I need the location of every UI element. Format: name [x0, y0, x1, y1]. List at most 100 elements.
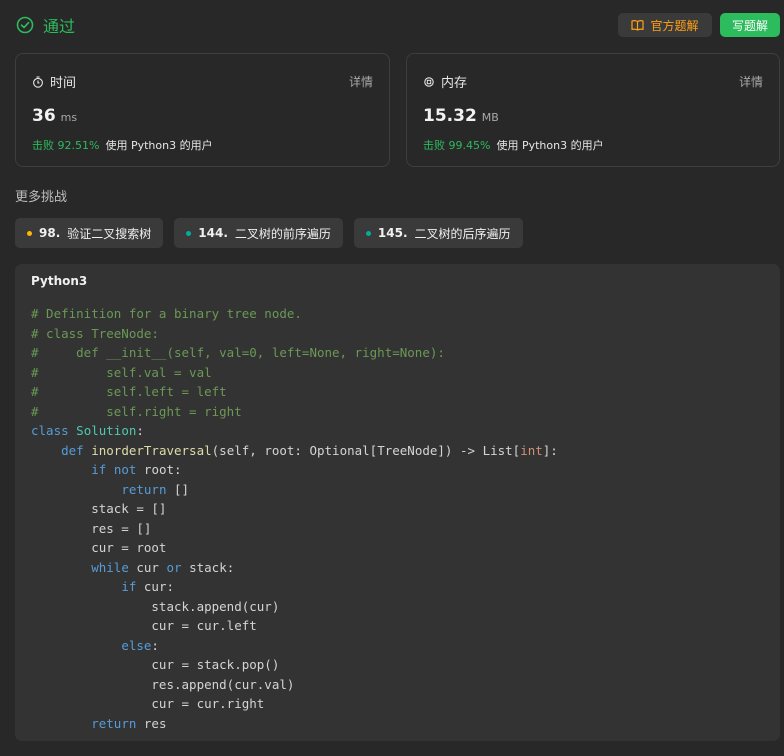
- runtime-value: 36 ms: [32, 106, 77, 126]
- code-token: []: [166, 481, 190, 497]
- code-token: else: [121, 637, 152, 653]
- memory-beat-percent: 击败 99.45%: [423, 139, 491, 152]
- code-token: res.append(cur.val): [31, 676, 295, 692]
- code-line: # self.right = right: [31, 402, 558, 422]
- challenge-chip[interactable]: 98. 验证二叉搜索树: [15, 218, 164, 248]
- book-icon: [631, 20, 645, 31]
- code-line: cur = cur.right: [31, 694, 558, 714]
- code-line: def inorderTraversal(self, root: Optiona…: [31, 441, 558, 461]
- code-token: res = []: [31, 520, 152, 536]
- runtime-detail-link[interactable]: 详情: [349, 73, 373, 90]
- code-token: # self.left = left: [31, 384, 227, 399]
- code-token: ]:: [542, 442, 558, 458]
- difficulty-dot-icon: [27, 230, 32, 236]
- code-content: # Definition for a binary tree node. # cl…: [31, 304, 558, 733]
- code-token: # class TreeNode:: [31, 325, 159, 341]
- code-token: Solution: [76, 423, 137, 438]
- code-language: Python3: [31, 274, 88, 288]
- runtime-unit: ms: [60, 111, 78, 124]
- code-token: cur = cur.right: [31, 696, 265, 711]
- memory-unit: MB: [481, 111, 499, 124]
- runtime-title: 时间: [50, 76, 77, 91]
- memory-value: 15.32 MB: [423, 106, 499, 126]
- code-line: return []: [31, 480, 558, 500]
- code-token: stack = []: [31, 501, 167, 516]
- runtime-card: 时间 详情 36 ms 击败 92.51% 使用 Python3 的用户: [15, 53, 390, 167]
- code-token: while: [91, 559, 129, 575]
- code-token: stack.append(cur): [31, 598, 280, 614]
- official-solution-button[interactable]: 官方题解: [618, 13, 712, 37]
- code-token: or: [166, 559, 182, 575]
- challenge-title: 二叉树的后序遍历: [414, 226, 511, 241]
- runtime-card-header: 时间: [32, 72, 76, 91]
- code-token: (self, root: Optional[TreeNode]) -> List…: [211, 442, 521, 458]
- memory-card-header: 内存: [423, 72, 467, 91]
- code-line: # def __init__(self, val=0, left=None, r…: [31, 343, 558, 363]
- official-solution-label: 官方题解: [650, 18, 699, 33]
- code-line: cur = cur.left: [31, 616, 558, 636]
- code-line: stack.append(cur): [31, 597, 558, 617]
- code-line: if cur:: [31, 577, 558, 597]
- code-token: cur = stack.pop(): [31, 657, 280, 672]
- memory-beat-desc: 使用 Python3 的用户: [496, 139, 604, 152]
- difficulty-dot-icon: [186, 230, 192, 236]
- code-token: :: [136, 423, 144, 438]
- code-line: # Definition for a binary tree node.: [31, 304, 558, 324]
- code-token: if: [91, 462, 107, 477]
- code-line: else:: [31, 636, 558, 656]
- memory-number: 15.32: [423, 106, 477, 126]
- challenge-number: 98.: [39, 226, 61, 240]
- code-token: def: [61, 442, 84, 458]
- more-challenges-list: 98. 验证二叉搜索树 144. 二叉树的前序遍历 145. 二叉树的后序遍历: [15, 218, 523, 248]
- code-line: cur = root: [31, 538, 558, 558]
- code-token: return: [91, 715, 137, 731]
- submission-status: 通过: [16, 14, 75, 36]
- challenge-title: 验证二叉搜索树: [67, 226, 152, 241]
- code-line: # self.val = val: [31, 363, 558, 383]
- challenge-chip[interactable]: 145. 二叉树的后序遍历: [353, 218, 523, 248]
- check-circle-icon: [16, 16, 34, 34]
- code-token: cur: [128, 559, 167, 575]
- memory-title: 内存: [441, 76, 468, 91]
- code-line: # class TreeNode:: [31, 324, 558, 344]
- challenge-number: 144.: [198, 226, 228, 240]
- code-token: stack:: [181, 559, 235, 575]
- code-line: stack = []: [31, 499, 558, 519]
- memory-detail-link[interactable]: 详情: [739, 73, 763, 90]
- challenge-title: 二叉树的前序遍历: [234, 226, 331, 241]
- code-token: # self.val = val: [31, 364, 212, 380]
- code-token: res: [136, 715, 167, 731]
- code-line: while cur or stack:: [31, 558, 558, 578]
- memory-card: 内存 详情 15.32 MB 击败 99.45% 使用 Python3 的用户: [406, 53, 780, 167]
- write-solution-button[interactable]: 写题解: [720, 13, 780, 37]
- code-line: return res: [31, 714, 558, 734]
- code-token: # Definition for a binary tree node.: [31, 306, 302, 321]
- code-token: class: [31, 423, 69, 438]
- code-line: if not root:: [31, 460, 558, 480]
- runtime-number: 36: [32, 106, 56, 126]
- status-text: 通过: [43, 17, 76, 36]
- code-line: res.append(cur.val): [31, 675, 558, 695]
- code-token: # self.right = right: [31, 403, 242, 419]
- code-token: root:: [136, 462, 182, 477]
- code-line: # self.left = left: [31, 382, 558, 402]
- code-token: int: [520, 442, 543, 458]
- more-challenges-title: 更多挑战: [15, 190, 68, 205]
- code-token: if: [121, 579, 137, 594]
- code-line: class Solution:: [31, 421, 558, 441]
- code-token: not: [113, 462, 137, 477]
- runtime-beat-desc: 使用 Python3 的用户: [105, 139, 213, 152]
- challenge-number: 145.: [377, 226, 408, 240]
- challenge-chip[interactable]: 144. 二叉树的前序遍历: [174, 218, 343, 248]
- code-token: :: [151, 637, 159, 653]
- code-token: # def __init__(self, val=0, left=None, r…: [31, 345, 445, 360]
- chip-icon: [424, 76, 434, 87]
